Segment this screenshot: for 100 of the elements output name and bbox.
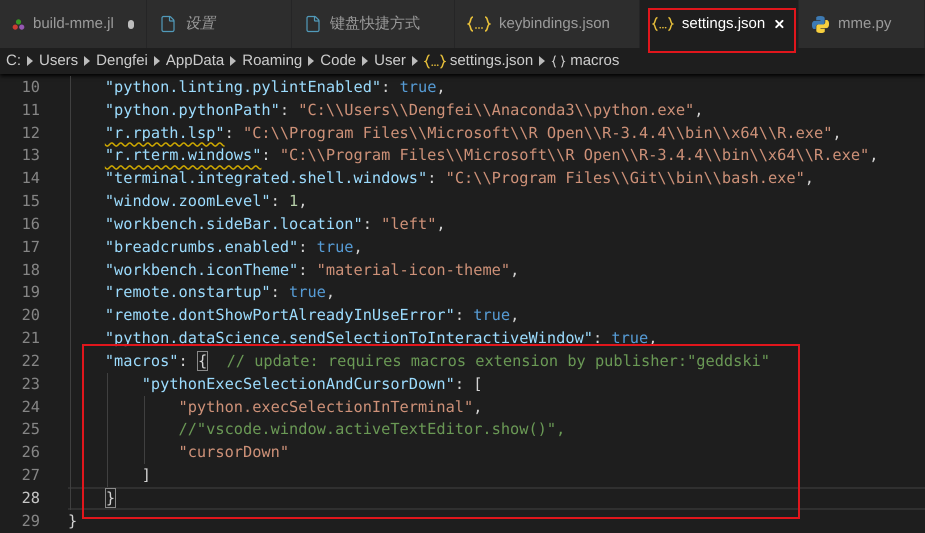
breadcrumb-item[interactable]: settings.json (450, 50, 534, 72)
breadcrumb-item[interactable]: macros (570, 50, 620, 72)
code-token: : (381, 78, 392, 96)
code-token: : (280, 100, 290, 119)
code-token: "workbench.iconTheme" (104, 260, 298, 279)
code-token: , (510, 260, 520, 279)
code-comment: //"vscode.window.activeTextEditor.show()", (178, 420, 566, 438)
tab-label: build-mme.jl (32, 14, 114, 34)
chevron-right-icon (27, 56, 33, 66)
code-token: : (362, 214, 373, 233)
close-icon[interactable] (773, 17, 786, 31)
line-number: 24 (20, 396, 40, 418)
code-token: "macros" (104, 352, 179, 370)
code-token: "breadcrumbs.enabled" (104, 238, 298, 256)
line-number: 19 (20, 282, 40, 304)
code-token: : (592, 329, 604, 348)
line-number: 27 (20, 465, 40, 486)
line-number: 29 (20, 510, 40, 532)
code-token: , (473, 398, 482, 416)
code-token: , (694, 100, 704, 119)
chevron-right-icon (308, 56, 314, 66)
chevron-right-icon (154, 56, 160, 66)
code-token: : (454, 306, 466, 324)
line-number: 23 (20, 374, 40, 395)
code-token: "remote.onstartup" (104, 283, 271, 302)
tab-label: 设置 (185, 14, 215, 34)
code-token: "r.rpath.lsp" (104, 124, 225, 142)
code-token: "left" (381, 214, 436, 233)
line-number: 28 (20, 488, 40, 509)
json-braces-icon (424, 54, 446, 68)
code-token: : [ (454, 374, 482, 393)
code-token: : (298, 238, 308, 256)
code-token: "remote.dontShowPortAlreadyInUseError" (104, 306, 455, 324)
line-number: 25 (20, 419, 40, 440)
editor-tab[interactable]: keybindings.json (455, 0, 640, 48)
json-braces-icon (467, 16, 491, 32)
code-token: "cursorDown" (178, 443, 290, 462)
breadcrumb-item[interactable]: Code (320, 50, 356, 72)
code-token: , (436, 214, 446, 233)
line-number: 11 (20, 100, 40, 121)
line-number: 16 (20, 214, 40, 235)
code-token: "terminal.integrated.shell.windows" (104, 169, 428, 188)
breadcrumb-item[interactable]: Roaming (242, 50, 302, 72)
line-number: 15 (20, 191, 40, 212)
tab-label: mme.py (838, 14, 892, 34)
code-token: "pythonExecSelectionAndCursorDown" (142, 374, 455, 393)
code-token: "C:\\Program Files\\Microsoft\\R Open\\R-3.4.4\\bin\\x64\\R.exe" (280, 146, 870, 164)
tab-label: 键盘快捷方式 (330, 14, 420, 34)
code-token: : (270, 283, 281, 302)
chevron-right-icon (412, 56, 418, 66)
code-token: "python.dataScience.sendSelectionToInteractiveWindow" (104, 329, 593, 348)
chevron-right-icon (362, 56, 368, 66)
code-token: true (400, 78, 436, 96)
tab-label: settings.json (682, 14, 766, 34)
code-token: , (510, 306, 520, 324)
line-number: 13 (20, 145, 40, 166)
code-token: "C:\\Program Files\\Microsoft\\R Open\\R-3.4.4\\bin\\x64\\R.exe" (243, 124, 832, 142)
code-token: } (104, 488, 116, 508)
code-token: , (354, 238, 363, 256)
code-token: , (326, 283, 336, 302)
code-token: "python.pythonPath" (104, 100, 280, 119)
python-icon (811, 14, 830, 34)
breadcrumb-item[interactable]: AppData (166, 50, 224, 72)
code-token: true (611, 329, 648, 348)
code-token: "C:\\Users\\Dengfei\\Anaconda3\\python.exe" (298, 100, 694, 119)
file-icon (159, 15, 177, 33)
code-token: : (178, 352, 189, 370)
code-token: ] (142, 466, 151, 484)
tab-label: keybindings.json (499, 14, 610, 34)
code-token: : (224, 124, 235, 142)
breadcrumb-item[interactable]: C: (6, 50, 21, 72)
code-token: true (316, 238, 354, 256)
breadcrumb-item[interactable]: Dengfei (96, 50, 148, 72)
code-token: true (289, 283, 326, 302)
code-token: { (196, 350, 208, 371)
line-number: 26 (20, 442, 40, 464)
line-number: 10 (20, 77, 40, 98)
file-icon (304, 15, 322, 33)
code-token: : (427, 169, 438, 188)
code-token: , (804, 169, 814, 188)
breadcrumb-item[interactable]: Users (39, 50, 78, 72)
code-token: , (869, 146, 878, 164)
code-token: "C:\\Program Files\\Git\\bin\\bash.exe" (446, 169, 805, 188)
editor-tab[interactable]: 设置 (147, 0, 292, 48)
editor-tab[interactable]: mme.py (799, 0, 925, 48)
code-token: "python.execSelectionInTerminal" (178, 398, 474, 416)
chevron-right-icon (539, 56, 546, 66)
code-token: "workbench.sideBar.location" (104, 214, 363, 233)
code-token: 1 (289, 192, 298, 210)
code-token: : (270, 192, 281, 210)
code-token: : (298, 260, 308, 279)
code-token: , (832, 124, 842, 142)
editor-tab[interactable]: 键盘快捷方式 (292, 0, 455, 48)
code-token: : (261, 146, 272, 164)
code-token: , (298, 192, 308, 210)
line-number: 21 (20, 328, 40, 350)
breadcrumb-item[interactable]: User (374, 50, 406, 72)
editor-tab[interactable]: build-mme.jl (0, 0, 147, 48)
chevron-right-icon (84, 56, 90, 66)
line-number: 14 (20, 168, 40, 190)
